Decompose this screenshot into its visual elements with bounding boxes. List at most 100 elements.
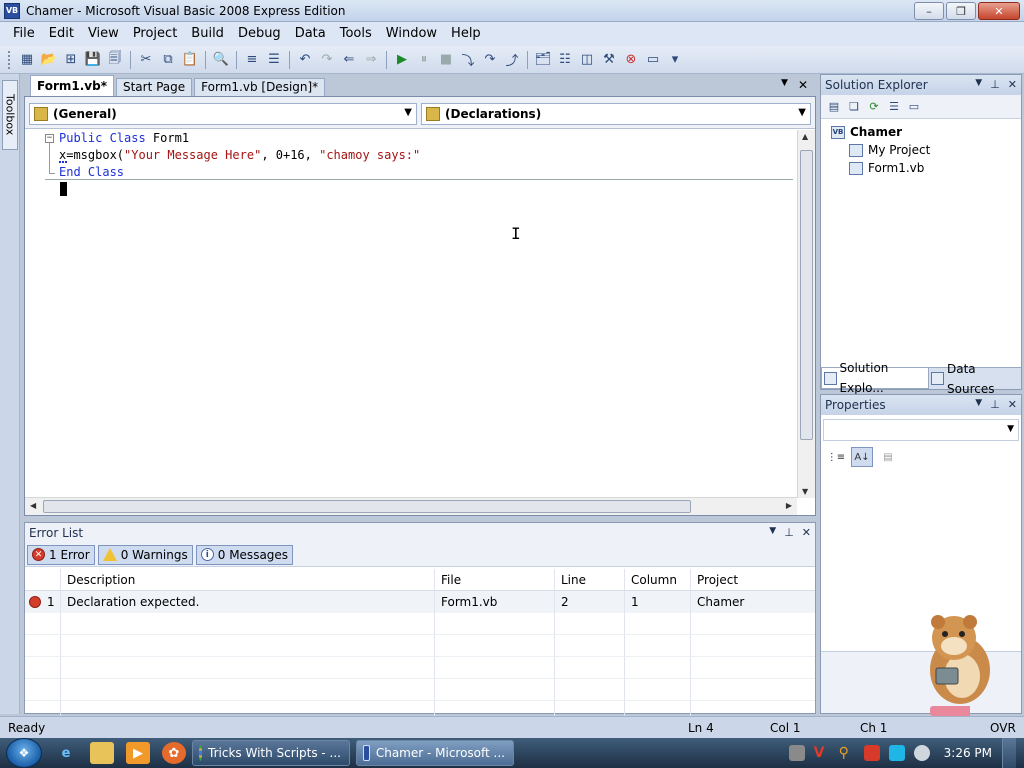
tree-item-my-project[interactable]: My Project (831, 141, 1021, 159)
collapse-region-icon[interactable]: − (45, 134, 54, 143)
auto-hide-pin-icon[interactable]: ⊥ (784, 526, 794, 539)
close-panel-icon[interactable]: ✕ (1008, 398, 1017, 411)
taskbar-item-browser[interactable]: Tricks With Scripts - ... (192, 740, 350, 766)
solution-explorer-icon[interactable]: 🗂 (533, 50, 553, 70)
tree-item-project[interactable]: VB Chamer (831, 123, 1021, 141)
table-row[interactable]: 1 Declaration expected. Form1.vb 2 1 Cha… (25, 591, 815, 613)
properties-window-icon[interactable]: ☷ (555, 50, 575, 70)
tab-form1-code[interactable]: Form1.vb* (30, 75, 114, 96)
save-all-icon[interactable]: 🗐 (105, 50, 125, 70)
auto-hide-pin-icon[interactable]: ⊥ (990, 398, 1000, 411)
toolbox-icon[interactable]: ⚒ (599, 50, 619, 70)
step-out-icon[interactable]: ⤴ (502, 50, 522, 70)
stop-debugging-icon[interactable]: ■ (436, 50, 456, 70)
scroll-down-icon[interactable]: ▼ (802, 487, 808, 496)
flag-icon[interactable] (863, 745, 880, 761)
save-icon[interactable]: 💾 (83, 50, 103, 70)
tab-data-sources[interactable]: Data Sources (929, 362, 1021, 396)
internet-explorer-icon[interactable]: e (54, 742, 78, 764)
vertical-scrollbar[interactable]: ▲ ▼ (797, 130, 815, 498)
tree-item-form1[interactable]: Form1.vb (831, 159, 1021, 177)
categorized-icon[interactable]: ⋮≡ (825, 447, 847, 467)
undo-icon[interactable]: ↶ (295, 50, 315, 70)
toolbar-grip[interactable] (8, 50, 12, 69)
toolbox-tab[interactable]: Toolbox (2, 80, 18, 150)
refresh-icon[interactable]: ⟳ (865, 98, 883, 116)
close-panel-icon[interactable]: ✕ (1008, 78, 1017, 91)
menu-build[interactable]: Build (184, 22, 231, 46)
column-header-project[interactable]: Project (691, 569, 815, 590)
paint-app-icon[interactable]: ✿ (162, 742, 186, 764)
redo-icon[interactable]: ↷ (317, 50, 337, 70)
object-browser-icon[interactable]: ◫ (577, 50, 597, 70)
uncomment-icon[interactable]: ☰ (264, 50, 284, 70)
vertical-scroll-thumb[interactable] (800, 150, 813, 440)
view-code-icon[interactable]: ☰ (885, 98, 903, 116)
vb-app-icon[interactable]: VB (4, 2, 20, 19)
horizontal-scrollbar[interactable]: ◀ ▶ (25, 497, 797, 515)
volume-icon[interactable] (913, 745, 930, 761)
view-designer-icon[interactable]: ▭ (905, 98, 923, 116)
menu-data[interactable]: Data (288, 22, 333, 46)
column-header-description[interactable]: Description (61, 569, 435, 590)
tab-form1-design[interactable]: Form1.vb [Design]* (194, 78, 326, 96)
messages-filter-button[interactable]: i 0 Messages (195, 544, 294, 565)
step-into-icon[interactable]: ⤵ (458, 50, 478, 70)
close-window-button[interactable]: ✕ (978, 2, 1020, 20)
scroll-right-icon[interactable]: ▶ (786, 501, 792, 510)
method-name-combo[interactable]: (Declarations) ▼ (421, 103, 811, 125)
copy-icon[interactable]: ⧉ (158, 50, 178, 70)
cut-icon[interactable]: ✂ (136, 50, 156, 70)
break-all-icon[interactable]: ⏸ (414, 50, 434, 70)
tab-start-page[interactable]: Start Page (115, 78, 193, 96)
auto-hide-pin-icon[interactable]: ⊥ (990, 78, 1000, 91)
menu-tools[interactable]: Tools (333, 22, 379, 46)
window-position-dropdown-icon[interactable]: ▼ (975, 398, 982, 411)
navigate-backward-icon[interactable]: ⇐ (339, 50, 359, 70)
scroll-left-icon[interactable]: ◀ (30, 501, 36, 510)
class-name-combo[interactable]: (General) ▼ (29, 103, 417, 125)
alphabetical-icon[interactable]: A↓ (851, 447, 873, 467)
scroll-up-icon[interactable]: ▲ (802, 132, 808, 141)
start-debugging-icon[interactable]: ▶ (392, 50, 412, 70)
property-pages-icon[interactable]: ▤ (877, 447, 899, 467)
new-project-icon[interactable]: ▦ (17, 50, 37, 70)
start-button[interactable]: ❖ (6, 738, 42, 768)
windows-explorer-icon[interactable] (90, 742, 114, 764)
menu-project[interactable]: Project (126, 22, 184, 46)
network-icon[interactable] (888, 745, 905, 761)
close-document-icon[interactable]: ✕ (798, 78, 808, 92)
navigate-forward-icon[interactable]: ⇒ (361, 50, 381, 70)
tray-app-icon[interactable] (788, 745, 805, 761)
tab-solution-explorer[interactable]: Solution Explo... (821, 361, 930, 395)
code-text-area[interactable]: − Public Class Form1 x=msgbox("Your Mess… (25, 130, 795, 498)
column-header-icon[interactable] (25, 569, 61, 590)
error-list-icon[interactable]: ⊗ (621, 50, 641, 70)
window-position-dropdown-icon[interactable]: ▼ (769, 526, 776, 539)
properties-icon[interactable]: ▤ (825, 98, 843, 116)
menu-edit[interactable]: Edit (42, 22, 81, 46)
search-tray-icon[interactable]: ⚲ (839, 745, 855, 761)
menu-debug[interactable]: Debug (231, 22, 288, 46)
close-panel-icon[interactable]: ✕ (802, 526, 811, 539)
column-header-file[interactable]: File (435, 569, 555, 590)
menu-view[interactable]: View (81, 22, 126, 46)
find-icon[interactable]: 🔍 (211, 50, 231, 70)
restore-button[interactable]: ❐ (946, 2, 976, 20)
menu-window[interactable]: Window (379, 22, 444, 46)
minimize-button[interactable]: – (914, 2, 944, 20)
show-all-files-icon[interactable]: ❏ (845, 98, 863, 116)
paste-icon[interactable]: 📋 (180, 50, 200, 70)
warnings-filter-button[interactable]: 0 Warnings (97, 544, 193, 565)
clock[interactable]: 3:26 PM (944, 746, 992, 760)
horizontal-scroll-thumb[interactable] (43, 500, 691, 513)
taskbar-item-vb[interactable]: Chamer - Microsoft ... (356, 740, 514, 766)
column-header-line[interactable]: Line (555, 569, 625, 590)
toolbar-options-icon[interactable]: ▾ (665, 50, 685, 70)
output-window-icon[interactable]: ▭ (643, 50, 663, 70)
window-position-dropdown-icon[interactable]: ▼ (975, 78, 982, 91)
antivirus-icon[interactable]: V (814, 745, 830, 761)
media-player-icon[interactable]: ▶ (126, 742, 150, 764)
show-desktop-button[interactable] (1002, 738, 1016, 768)
object-selector-combo[interactable]: ▼ (823, 419, 1019, 441)
